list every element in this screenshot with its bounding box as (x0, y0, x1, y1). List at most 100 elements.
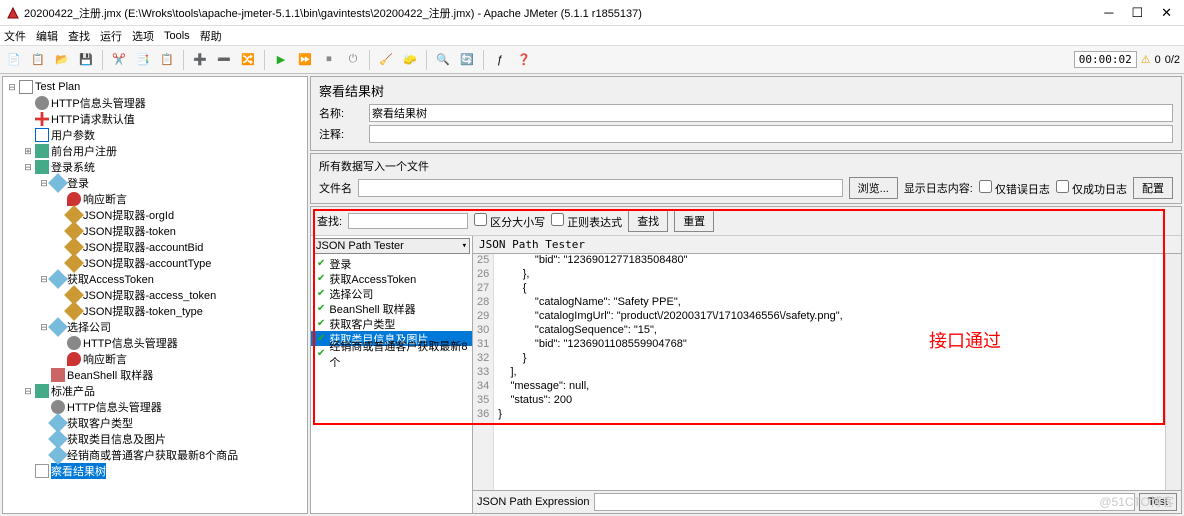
menu-run[interactable]: 运行 (100, 28, 122, 44)
toggle-icon[interactable]: ⊟ (23, 162, 33, 173)
comment-label: 注释: (319, 126, 369, 142)
function-helper-icon[interactable]: ƒ (490, 50, 510, 70)
search-icon[interactable]: 🔍 (433, 50, 453, 70)
warning-icon[interactable]: ⚠ (1141, 53, 1151, 66)
menu-search[interactable]: 查找 (68, 28, 90, 44)
paste-icon[interactable]: 📋 (157, 50, 177, 70)
graph-icon (35, 464, 49, 478)
tree-node[interactable]: ⊟登录系统 (3, 159, 307, 175)
tree-node[interactable]: ⊞ 前台用户注册 (3, 143, 307, 159)
tree-node[interactable]: JSON提取器-token_type (3, 303, 307, 319)
toggle-icon[interactable]: ⊞ (23, 146, 33, 157)
sample-list[interactable]: ✔登录✔获取AccessToken✔选择公司✔BeanShell 取样器✔获取客… (311, 256, 472, 513)
pencil-icon (64, 253, 84, 273)
regex-checkbox[interactable]: 正则表达式 (551, 213, 622, 230)
errors-only-checkbox[interactable]: 仅错误日志 (979, 180, 1050, 197)
shutdown-icon[interactable]: ⏻ (343, 50, 363, 70)
comment-input[interactable] (369, 125, 1173, 143)
tree-node[interactable]: HTTP请求默认值 (3, 111, 307, 127)
clear-icon[interactable]: 🧹 (376, 50, 396, 70)
search-button[interactable]: 查找 (628, 210, 668, 232)
collapse-icon[interactable]: ➖ (214, 50, 234, 70)
configure-button[interactable]: 配置 (1133, 177, 1173, 199)
tree-label: 响应断言 (83, 191, 127, 207)
tree-node[interactable]: ⊟Test Plan (3, 79, 307, 95)
menu-help[interactable]: 帮助 (200, 28, 222, 44)
sample-row[interactable]: ✔登录 (311, 256, 472, 271)
filename-input[interactable] (358, 179, 843, 197)
tree-node[interactable]: ⊟获取AccessToken (3, 271, 307, 287)
success-only-checkbox[interactable]: 仅成功日志 (1056, 180, 1127, 197)
tree-node[interactable]: HTTP信息头管理器 (3, 95, 307, 111)
expand-icon[interactable]: ➕ (190, 50, 210, 70)
tree-node[interactable]: 经销商或普通客户获取最新8个商品 (3, 447, 307, 463)
sample-row[interactable]: ✔选择公司 (311, 286, 472, 301)
tree-node[interactable]: 获取类目信息及图片 (3, 431, 307, 447)
browse-button[interactable]: 浏览... (849, 177, 898, 199)
copy-icon[interactable]: 📑 (133, 50, 153, 70)
window-title: 20200422_注册.jmx (E:\Wroks\tools\apache-j… (24, 5, 1104, 21)
tree-node[interactable]: HTTP信息头管理器 (3, 335, 307, 351)
tree-label: 前台用户注册 (51, 143, 117, 159)
tree-node[interactable]: 响应断言 (3, 191, 307, 207)
watermark: @51CTO博客 (1099, 493, 1174, 510)
menu-edit[interactable]: 编辑 (36, 28, 58, 44)
new-icon[interactable]: 📄 (4, 50, 24, 70)
sample-row[interactable]: ✔经销商或普通客户获取最新8个 (311, 346, 472, 361)
toggle-icon[interactable]: ⊟ (7, 82, 17, 93)
sample-row[interactable]: ✔BeanShell 取样器 (311, 301, 472, 316)
scrollbar-vertical[interactable] (1165, 254, 1181, 490)
tree-node[interactable]: ⊟选择公司 (3, 319, 307, 335)
menu-options[interactable]: 选项 (132, 28, 154, 44)
tree-node[interactable]: ⊟登录 (3, 175, 307, 191)
tree-node[interactable]: 察看结果树 (3, 463, 307, 479)
tab-json-path-tester[interactable]: JSON Path Tester (473, 236, 1181, 254)
tree-node[interactable]: ⊟标准产品 (3, 383, 307, 399)
case-checkbox[interactable]: 区分大小写 (474, 213, 545, 230)
annotation-text: 接口通过 (929, 327, 1001, 353)
tree-node[interactable]: 响应断言 (3, 351, 307, 367)
tree-node[interactable]: JSON提取器-access_token (3, 287, 307, 303)
tree-node[interactable]: BeanShell 取样器 (3, 367, 307, 383)
start-notimers-icon[interactable]: ⏩ (295, 50, 315, 70)
reset-search-icon[interactable]: 🔄 (457, 50, 477, 70)
sample-label: 经销商或普通客户获取最新8个 (329, 338, 472, 370)
tree-node[interactable]: 获取客户类型 (3, 415, 307, 431)
menu-file[interactable]: 文件 (4, 28, 26, 44)
tree-label: HTTP请求默认值 (51, 111, 135, 127)
minimize-button[interactable]: ─ (1104, 5, 1113, 21)
name-input[interactable] (369, 104, 1173, 122)
success-icon: ✔ (317, 288, 325, 299)
tree-node[interactable]: 用户参数 (3, 127, 307, 143)
reset-button[interactable]: 重置 (674, 210, 714, 232)
tree-node[interactable]: JSON提取器-accountType (3, 255, 307, 271)
json-path-expr-input[interactable] (594, 493, 1135, 511)
flask-icon (19, 80, 33, 94)
renderer-combo[interactable]: JSON Path Tester (313, 238, 470, 254)
start-icon[interactable]: ▶ (271, 50, 291, 70)
test-plan-tree[interactable]: ⊟Test PlanHTTP信息头管理器HTTP请求默认值用户参数⊞前台用户注册… (2, 76, 308, 514)
tree-node[interactable]: HTTP信息头管理器 (3, 399, 307, 415)
response-body[interactable]: "bid": "1236901277183508480" }, { "catal… (494, 254, 1165, 490)
filename-label: 文件名 (319, 180, 352, 196)
sample-row[interactable]: ✔获取客户类型 (311, 316, 472, 331)
help-icon[interactable]: ❓ (514, 50, 534, 70)
clear-all-icon[interactable]: 🧽 (400, 50, 420, 70)
save-icon[interactable]: 💾 (76, 50, 96, 70)
search-input[interactable] (348, 213, 468, 229)
tree-node[interactable]: JSON提取器-orgId (3, 207, 307, 223)
templates-icon[interactable]: 📋 (28, 50, 48, 70)
tree-node[interactable]: JSON提取器-token (3, 223, 307, 239)
toggle-icon[interactable]: 🔀 (238, 50, 258, 70)
tree-node[interactable]: JSON提取器-accountBid (3, 239, 307, 255)
toggle-icon[interactable]: ⊟ (23, 386, 33, 397)
cut-icon[interactable]: ✂️ (109, 50, 129, 70)
maximize-button[interactable]: ☐ (1131, 5, 1143, 21)
dropper-icon (48, 317, 68, 337)
menu-tools[interactable]: Tools (164, 30, 190, 42)
gear-icon (35, 96, 49, 110)
open-icon[interactable]: 📂 (52, 50, 72, 70)
close-button[interactable]: ✕ (1161, 5, 1172, 21)
stop-icon[interactable]: ⏹ (319, 50, 339, 70)
sample-row[interactable]: ✔获取AccessToken (311, 271, 472, 286)
